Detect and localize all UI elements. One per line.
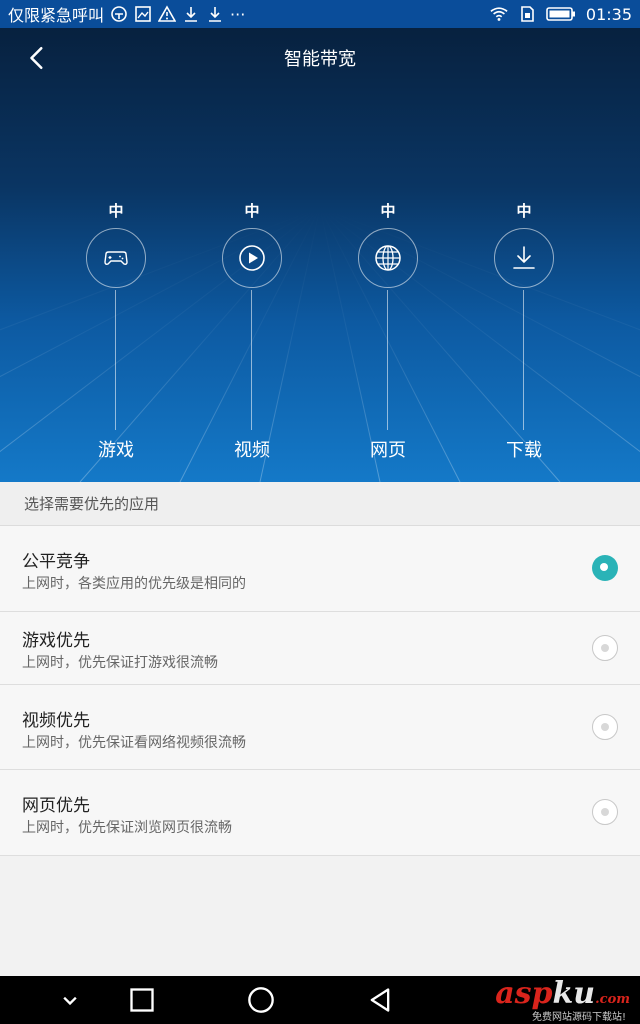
option-description: 上网时，优先保证打游戏很流畅 bbox=[22, 655, 218, 671]
system-back-button[interactable] bbox=[364, 984, 396, 1016]
option-video[interactable]: 视频优先 上网时，优先保证看网络视频很流畅 bbox=[0, 685, 640, 770]
carrier-text: 仅限紧急呼叫 bbox=[8, 6, 105, 25]
app-label-web: 网页 bbox=[370, 440, 406, 461]
video-app-button[interactable] bbox=[222, 228, 282, 288]
priority-level: 中 bbox=[380, 202, 396, 220]
download-icon bbox=[513, 246, 535, 269]
clock: 01:35 bbox=[585, 4, 632, 24]
location-icon bbox=[110, 5, 128, 23]
gamepad-icon bbox=[104, 251, 128, 265]
radio-video[interactable] bbox=[592, 714, 618, 740]
radio-dot bbox=[601, 723, 609, 731]
option-web[interactable]: 网页优先 上网时，优先保证浏览网页很流畅 bbox=[0, 770, 640, 856]
chevron-down-icon bbox=[63, 996, 77, 1006]
download-icon bbox=[206, 5, 224, 23]
more-icon: ··· bbox=[230, 4, 246, 24]
navigation-bar: aspku.com 免费网站源码下载站! bbox=[0, 976, 640, 1024]
radio-dot bbox=[601, 644, 609, 652]
play-icon bbox=[239, 245, 265, 271]
priority-level: 中 bbox=[244, 202, 260, 220]
download-app-button[interactable] bbox=[494, 228, 554, 288]
option-title: 公平竞争 bbox=[22, 552, 90, 572]
watermark-caption: 免费网站源码下载站! bbox=[531, 1012, 626, 1023]
app-column-game: 中 游戏 bbox=[56, 28, 176, 482]
option-title: 游戏优先 bbox=[22, 631, 90, 651]
globe-icon bbox=[375, 245, 401, 271]
recents-icon bbox=[130, 988, 154, 1012]
option-description: 上网时，优先保证浏览网页很流畅 bbox=[22, 820, 232, 836]
image-icon bbox=[134, 5, 152, 23]
option-fair[interactable]: 公平竞争 上网时，各类应用的优先级是相同的 bbox=[0, 526, 640, 612]
status-left: 仅限紧急呼叫 ··· bbox=[8, 2, 490, 26]
status-right: 01:35 bbox=[490, 5, 632, 24]
bandwidth-line bbox=[387, 290, 388, 430]
collapse-button[interactable] bbox=[54, 984, 86, 1016]
radio-fair[interactable] bbox=[592, 555, 618, 581]
wifi-icon bbox=[490, 5, 508, 23]
back-button[interactable] bbox=[20, 40, 56, 76]
download-icon bbox=[182, 5, 200, 23]
radio-web[interactable] bbox=[592, 799, 618, 825]
chevron-left-icon bbox=[30, 46, 43, 70]
app-column-download: 中 下载 bbox=[464, 28, 584, 482]
warning-icon bbox=[158, 5, 177, 23]
app-label-game: 游戏 bbox=[98, 440, 134, 461]
priority-level: 中 bbox=[516, 202, 532, 220]
radio-game[interactable] bbox=[592, 635, 618, 661]
section-header: 选择需要优先的应用 bbox=[0, 482, 640, 526]
status-bar: 仅限紧急呼叫 ··· 01:35 bbox=[0, 0, 640, 28]
option-game[interactable]: 游戏优先 上网时，优先保证打游戏很流畅 bbox=[0, 612, 640, 685]
app-column-video: 中 视频 bbox=[192, 28, 312, 482]
bandwidth-line bbox=[523, 290, 524, 430]
bandwidth-hero: 智能带宽 中 游戏 中 视频 中 网页 中 下载 bbox=[0, 28, 640, 482]
app-label-download: 下载 bbox=[506, 440, 542, 461]
option-title: 网页优先 bbox=[22, 796, 90, 816]
bandwidth-line bbox=[115, 290, 116, 430]
home-icon bbox=[248, 987, 274, 1013]
option-description: 上网时，优先保证看网络视频很流畅 bbox=[22, 735, 246, 751]
game-app-button[interactable] bbox=[86, 228, 146, 288]
radio-dot bbox=[601, 808, 609, 816]
radio-dot bbox=[600, 563, 608, 571]
option-title: 视频优先 bbox=[22, 711, 90, 731]
battery-icon bbox=[546, 5, 576, 23]
app-label-video: 视频 bbox=[234, 440, 270, 461]
priority-level: 中 bbox=[108, 202, 124, 220]
option-description: 上网时，各类应用的优先级是相同的 bbox=[22, 576, 246, 592]
bandwidth-line bbox=[251, 290, 252, 430]
home-button[interactable] bbox=[245, 984, 277, 1016]
back-icon bbox=[370, 988, 390, 1012]
recents-button[interactable] bbox=[126, 984, 158, 1016]
sim-icon bbox=[518, 5, 536, 23]
app-column-web: 中 网页 bbox=[328, 28, 448, 482]
web-app-button[interactable] bbox=[358, 228, 418, 288]
